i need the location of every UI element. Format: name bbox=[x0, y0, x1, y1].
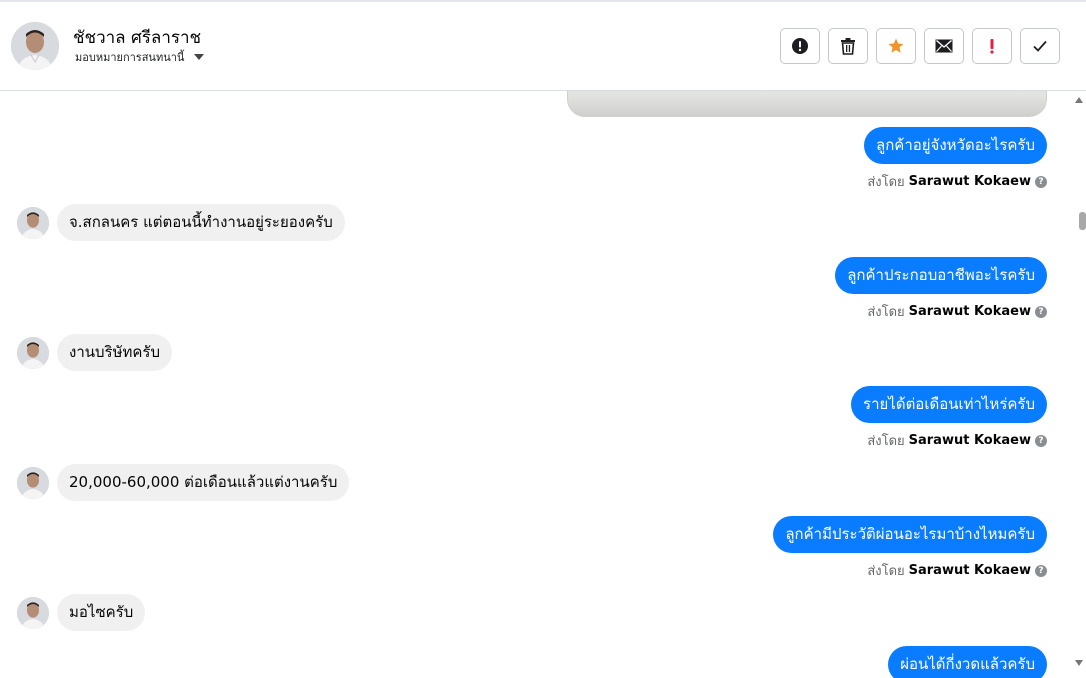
sent-by-prefix: ส่งโดย bbox=[867, 564, 905, 579]
person-avatar-icon bbox=[17, 596, 49, 629]
sent-by-line: ส่งโดย Sarawut Kokaew ? bbox=[867, 301, 1047, 322]
incoming-message-row: 20,000-60,000 ต่อเดือนแล้วแต่งานครับ bbox=[17, 464, 350, 501]
person-avatar-icon bbox=[11, 22, 59, 70]
message-thread[interactable]: ลูกค้าอยู่จังหวัดอะไรครับ ส่งโดย Sarawut… bbox=[0, 91, 1072, 678]
delete-button[interactable] bbox=[828, 28, 868, 64]
important-icon bbox=[990, 39, 994, 54]
contact-name: ชัชวาล ศรีลาราช bbox=[73, 28, 202, 48]
alert-circle-icon bbox=[792, 38, 808, 54]
sent-by-line: ส่งโดย Sarawut Kokaew ? bbox=[867, 560, 1047, 581]
conversation-header: ชัชวาล ศรีลาราช มอบหมายการสนทนานี้ bbox=[0, 0, 1086, 91]
star-icon bbox=[888, 38, 904, 53]
sent-by-line: ส่งโดย Sarawut Kokaew ? bbox=[867, 430, 1047, 451]
contact-avatar-small bbox=[17, 466, 49, 499]
help-icon[interactable]: ? bbox=[1035, 175, 1047, 188]
contact-avatar[interactable] bbox=[11, 22, 59, 70]
contact-avatar-small bbox=[17, 596, 49, 629]
sent-by-prefix: ส่งโดย bbox=[867, 175, 905, 190]
agent-name: Sarawut Kokaew bbox=[908, 174, 1031, 189]
mark-unread-button[interactable] bbox=[924, 28, 964, 64]
caret-down-icon bbox=[194, 54, 205, 60]
incoming-message: จ.สกลนคร แต่ตอนนี้ทำงานอยู่ระยองครับ bbox=[57, 204, 345, 241]
outgoing-message: ลูกค้าประกอบอาชีพอะไรครับ bbox=[835, 257, 1047, 294]
help-icon[interactable]: ? bbox=[1035, 434, 1047, 447]
agent-name: Sarawut Kokaew bbox=[908, 304, 1031, 319]
incoming-message: งานบริษัทครับ bbox=[57, 334, 172, 371]
image-attachment[interactable] bbox=[567, 91, 1047, 117]
envelope-icon bbox=[935, 39, 953, 53]
trash-icon bbox=[841, 38, 855, 55]
assign-label: มอบหมายการสนทนานี้ bbox=[75, 51, 185, 64]
scroll-up-arrow-icon[interactable] bbox=[1075, 97, 1083, 103]
outgoing-message: รายได้ต่อเดือนเท่าไหร่ครับ bbox=[851, 386, 1047, 423]
incoming-message: 20,000-60,000 ต่อเดือนแล้วแต่งานครับ bbox=[57, 464, 350, 501]
scroll-thumb[interactable] bbox=[1079, 212, 1086, 230]
agent-name: Sarawut Kokaew bbox=[908, 563, 1031, 578]
star-button[interactable] bbox=[876, 28, 916, 64]
sent-by-prefix: ส่งโดย bbox=[867, 305, 905, 320]
check-icon bbox=[1033, 40, 1047, 52]
incoming-message-row: จ.สกลนคร แต่ตอนนี้ทำงานอยู่ระยองครับ bbox=[17, 204, 345, 241]
agent-name: Sarawut Kokaew bbox=[908, 433, 1031, 448]
sent-by-line: ส่งโดย Sarawut Kokaew ? bbox=[867, 171, 1047, 192]
incoming-message: มอไซครับ bbox=[57, 594, 146, 631]
mark-spam-button[interactable] bbox=[780, 28, 820, 64]
incoming-message-row: งานบริษัทครับ bbox=[17, 334, 172, 371]
scroll-down-arrow-icon[interactable] bbox=[1075, 660, 1083, 666]
help-icon[interactable]: ? bbox=[1035, 564, 1047, 577]
person-avatar-icon bbox=[17, 206, 49, 239]
outgoing-message: ลูกค้าอยู่จังหวัดอะไรครับ bbox=[864, 127, 1047, 164]
message-scrollbar[interactable] bbox=[1072, 91, 1086, 678]
person-avatar-icon bbox=[17, 466, 49, 499]
contact-avatar-small bbox=[17, 206, 49, 239]
person-avatar-icon bbox=[17, 336, 49, 369]
outgoing-message: ผ่อนได้กี่งวดแล้วครับ bbox=[888, 646, 1047, 678]
mark-important-button[interactable] bbox=[972, 28, 1012, 64]
sent-by-prefix: ส่งโดย bbox=[867, 434, 905, 449]
help-icon[interactable]: ? bbox=[1035, 305, 1047, 318]
mark-done-button[interactable] bbox=[1020, 28, 1060, 64]
incoming-message-row: มอไซครับ bbox=[17, 594, 146, 631]
contact-avatar-small bbox=[17, 336, 49, 369]
outgoing-message: ลูกค้ามีประวัติผ่อนอะไรมาบ้างไหมครับ bbox=[773, 516, 1047, 553]
assign-conversation-dropdown[interactable]: มอบหมายการสนทนานี้ bbox=[75, 48, 205, 66]
